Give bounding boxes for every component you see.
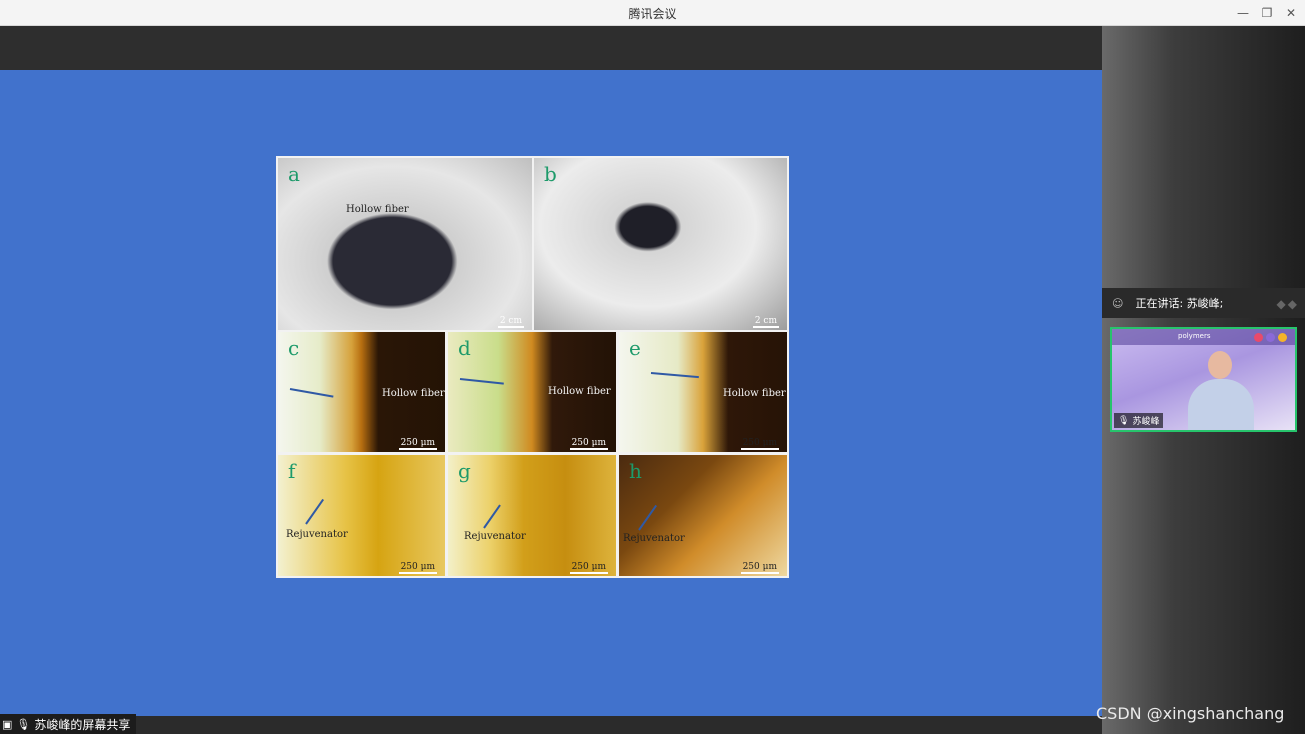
scale-bar: 250 μm [569,438,608,450]
scale-bar: 250 μm [740,562,779,574]
arrow-icon [459,378,504,385]
video-banner-text: polymers [1178,332,1211,340]
shared-screen-area: a Hollow fiber 2 cm b 2 cm c Hollow fibe… [0,26,1102,716]
window-title: 腾讯会议 [628,7,677,21]
badge-icon [1278,333,1287,342]
badge-icon [1254,333,1263,342]
close-icon[interactable]: ✕ [1281,3,1301,23]
panel-letter: f [288,459,296,483]
participant-head [1208,351,1232,379]
speaker-avatar-icon: ☺ [1112,296,1124,310]
panel-letter: d [458,336,471,360]
panel-b: b 2 cm [534,158,787,330]
presentation-slide: a Hollow fiber 2 cm b 2 cm c Hollow fibe… [0,70,1102,716]
participant-body [1188,379,1254,430]
scale-bar: 250 μm [740,438,779,450]
microphone-icon: 🎙 [1118,415,1130,426]
panel-label: Hollow fiber [548,386,611,397]
panel-label: Rejuvenator [623,533,685,544]
arrow-icon [289,388,334,398]
active-speaker-bar: ☺ 正在讲话: 苏峻峰; ◆◆ [1102,288,1305,318]
panel-a: a Hollow fiber 2 cm [278,158,532,330]
panel-letter: c [288,336,300,360]
panel-letter: g [458,459,471,483]
scale-bar: 2 cm [752,316,779,328]
bottom-bar [0,716,1102,734]
screen-share-label: 苏峻峰的屏幕共享 [34,717,131,732]
panel-letter: h [629,459,642,483]
participant-name-tag: 🎙 苏峻峰 [1114,413,1164,428]
panel-e: e Hollow fiber 250 μm [619,332,787,452]
participant-video [1174,343,1264,430]
screen-share-icon: ▣ [2,717,13,731]
panel-g: g Rejuvenator 250 μm [448,455,616,576]
panel-label: Hollow fiber [382,388,445,399]
watermark: CSDN @xingshanchang [1096,704,1285,723]
window-controls: — ❐ ✕ [1233,3,1301,23]
video-badges [1254,333,1287,342]
arrow-icon [305,498,325,525]
panel-f: f Rejuvenator 250 μm [278,455,445,576]
participant-name: 苏峻峰 [1132,417,1160,427]
scale-bar: 250 μm [398,438,437,450]
arrow-icon [638,504,658,531]
scale-bar: 250 μm [569,562,608,574]
restore-icon[interactable]: ❐ [1257,3,1277,23]
arrow-icon [650,372,699,379]
figure-grid: a Hollow fiber 2 cm b 2 cm c Hollow fibe… [276,156,789,578]
minimize-icon[interactable]: — [1233,3,1253,23]
panel-h: h Rejuvenator 250 μm [619,455,787,576]
panel-label: Rejuvenator [464,531,526,542]
speaking-label: 正在讲话: 苏峻峰; [1135,297,1224,310]
panel-label: Hollow fiber [346,204,409,215]
arrow-icon [483,504,501,529]
scale-bar: 2 cm [497,316,524,328]
participant-video-tile[interactable]: polymers 🎙 苏峻峰 [1110,327,1297,432]
badge-icon [1266,333,1275,342]
panel-d: d Hollow fiber 250 μm [448,332,616,452]
microphone-icon: 🎙 [16,717,31,731]
title-bar: 腾讯会议 — ❐ ✕ [0,0,1305,26]
panel-label: Hollow fiber [723,388,786,399]
panel-letter: b [544,162,557,186]
panel-letter: a [288,162,300,186]
panel-letter: e [629,336,641,360]
panel-c: c Hollow fiber 250 μm [278,332,445,452]
screen-share-indicator[interactable]: ▣ 🎙 苏峻峰的屏幕共享 [0,714,137,734]
signal-icon: ◆◆ [1276,297,1299,311]
panel-label: Rejuvenator [286,529,348,540]
scale-bar: 250 μm [398,562,437,574]
